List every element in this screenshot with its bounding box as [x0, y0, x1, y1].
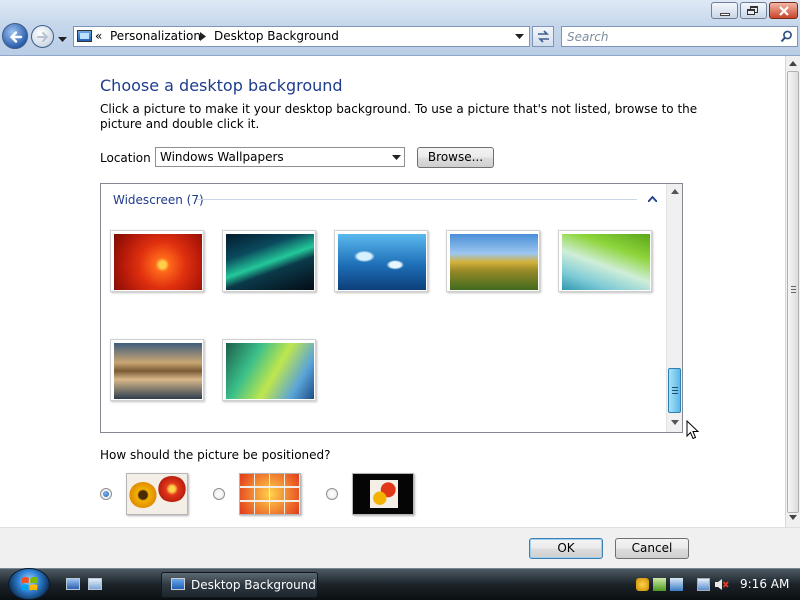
- breadcrumb-overflow[interactable]: «: [95, 29, 102, 43]
- recent-pages-dropdown[interactable]: [58, 32, 67, 46]
- restore-button[interactable]: [740, 2, 767, 19]
- position-tile-radio[interactable]: [213, 488, 225, 500]
- taskbar-window-button[interactable]: Desktop Background: [161, 572, 318, 598]
- chevron-down-icon[interactable]: [392, 155, 401, 160]
- wallpaper-thumb-fish[interactable]: [334, 230, 428, 292]
- refresh-button[interactable]: [532, 26, 554, 47]
- network-icon[interactable]: [697, 578, 710, 591]
- minimize-button[interactable]: [711, 2, 738, 19]
- page-description: Click a picture to make it your desktop …: [100, 102, 698, 131]
- address-bar[interactable]: « Personalization Desktop Background: [73, 26, 530, 47]
- position-tile-preview[interactable]: [239, 473, 301, 515]
- switch-windows-icon[interactable]: [88, 578, 102, 590]
- scroll-down-icon[interactable]: [671, 420, 679, 425]
- security-shield-icon[interactable]: [636, 578, 649, 591]
- minimize-icon: [720, 13, 730, 16]
- ok-button[interactable]: OK: [529, 538, 603, 559]
- position-center-radio[interactable]: [326, 488, 338, 500]
- scroll-down-icon[interactable]: [789, 515, 797, 520]
- scroll-up-icon[interactable]: [789, 61, 797, 66]
- back-arrow-icon: [9, 31, 23, 43]
- gallery-scrollbar[interactable]: [666, 184, 682, 432]
- search-input[interactable]: Search: [567, 30, 609, 44]
- scroll-up-icon[interactable]: [671, 189, 679, 194]
- wallpaper-thumb-palm-frond[interactable]: [558, 230, 652, 292]
- position-question: How should the picture be positioned?: [100, 448, 331, 462]
- gallery-scroll-thumb[interactable]: [668, 368, 681, 413]
- page-title: Choose a desktop background: [100, 76, 343, 95]
- control-panel-icon: [171, 578, 185, 590]
- start-button[interactable]: [8, 568, 50, 600]
- close-button[interactable]: [769, 2, 798, 19]
- page-scrollbar[interactable]: [785, 56, 800, 527]
- search-box[interactable]: Search: [561, 26, 798, 47]
- location-label: Location: [100, 151, 151, 165]
- forward-arrow-icon: [37, 32, 49, 42]
- wallpaper-thumb-red-flower[interactable]: [110, 230, 204, 292]
- volume-icon[interactable]: [714, 578, 729, 594]
- collapse-group-icon[interactable]: [648, 196, 657, 202]
- wallpaper-thumb-vista-aurora[interactable]: [222, 339, 316, 401]
- wallpaper-thumb-landscape[interactable]: [446, 230, 540, 292]
- location-value: Windows Wallpapers: [160, 150, 284, 164]
- group-divider: [197, 199, 637, 200]
- position-fit-radio[interactable]: [100, 488, 112, 500]
- control-panel-icon: [77, 30, 92, 42]
- cancel-button[interactable]: Cancel: [615, 538, 689, 559]
- wallpaper-thumb-lake-mountain[interactable]: [110, 339, 204, 401]
- refresh-icon: [538, 30, 549, 43]
- breadcrumb-personalization[interactable]: Personalization: [110, 29, 201, 43]
- mouse-cursor-icon: [686, 420, 700, 440]
- close-icon: [779, 6, 789, 16]
- browse-button[interactable]: Browse...: [417, 147, 494, 168]
- taskbar-window-title: Desktop Background: [191, 578, 316, 592]
- chevron-down-icon: [58, 37, 67, 42]
- position-fit-preview[interactable]: [126, 473, 188, 515]
- location-select[interactable]: Windows Wallpapers: [155, 147, 405, 167]
- clock[interactable]: 9:16 AM: [740, 577, 789, 591]
- group-header[interactable]: Widescreen (7): [113, 193, 204, 207]
- position-center-preview[interactable]: [352, 473, 414, 515]
- defender-icon[interactable]: [653, 578, 666, 591]
- search-icon[interactable]: [780, 30, 793, 43]
- sync-icon[interactable]: [670, 578, 683, 591]
- breadcrumb-desktop-background[interactable]: Desktop Background: [214, 29, 339, 43]
- show-desktop-icon[interactable]: [66, 578, 80, 590]
- back-button[interactable]: [2, 23, 28, 49]
- page-scroll-thumb[interactable]: [787, 71, 799, 513]
- address-dropdown-icon[interactable]: [515, 34, 524, 39]
- chevron-right-icon[interactable]: [200, 32, 206, 41]
- wallpaper-thumb-aurora[interactable]: [222, 230, 316, 292]
- forward-button[interactable]: [31, 25, 54, 48]
- windows-logo-icon: [22, 577, 38, 591]
